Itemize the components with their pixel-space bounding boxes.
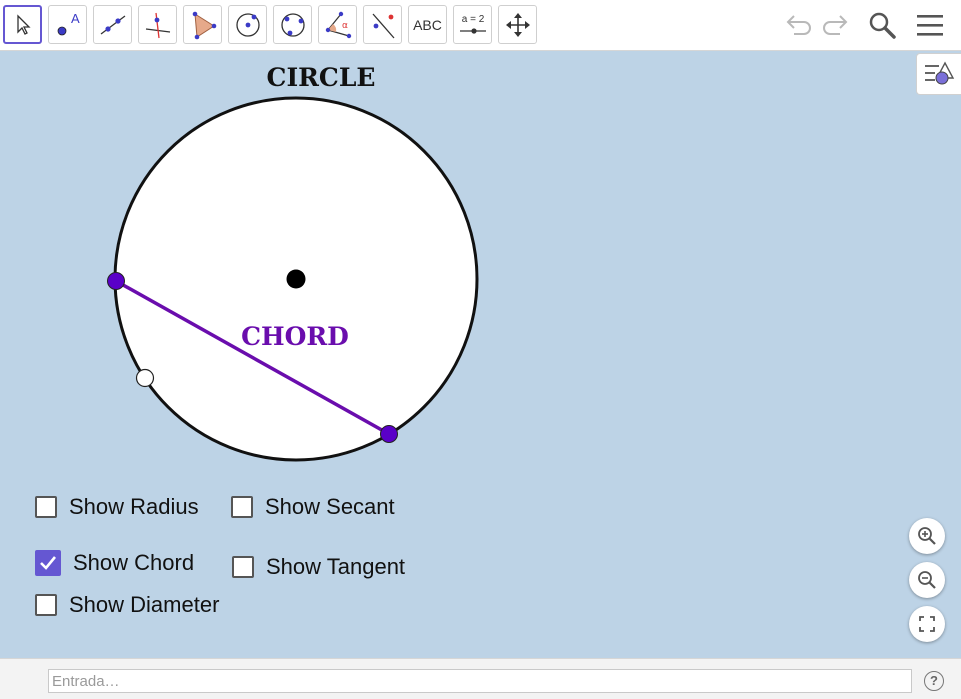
show-tangent-label: Show Tangent [266,554,406,579]
point-icon: A [57,11,80,35]
input-bar: ? [0,658,961,699]
perpendicular-line-icon [145,12,170,38]
show-diameter-label: Show Diameter [69,592,220,617]
fullscreen-icon [919,616,935,632]
checkbox-box[interactable] [35,496,57,518]
circle-three-points-tool[interactable] [273,5,312,44]
zoom-in-button[interactable] [909,518,945,554]
circle-center-tool[interactable] [228,5,267,44]
text-tool[interactable]: ABC [408,5,447,44]
show-chord-checkbox[interactable]: Show Chord [35,550,194,576]
menu-icon [917,15,943,36]
checkbox-box[interactable] [232,556,254,578]
move-graphics-view-icon [505,12,530,37]
checkbox-box-checked[interactable] [35,550,61,576]
reflect-icon [372,13,394,38]
circle-center-point-icon [235,12,260,37]
menu-button[interactable] [913,8,947,42]
checkbox-box[interactable] [231,496,253,518]
undo-button[interactable] [782,8,816,42]
search-icon [869,12,896,39]
checkbox-box[interactable] [35,594,57,616]
show-diameter-checkbox[interactable]: Show Diameter [35,592,219,618]
show-radius-label: Show Radius [69,494,199,519]
reflect-tool[interactable] [363,5,402,44]
perpendicular-tool[interactable] [138,5,177,44]
chord-endpoint-b[interactable] [380,425,398,443]
chord-endpoint-a[interactable] [107,272,125,290]
search-button[interactable] [865,8,899,42]
move-view-tool[interactable] [498,5,537,44]
show-radius-checkbox[interactable]: Show Radius [35,494,199,520]
toolbar: A α ABC a = 2 [0,0,961,51]
slider-tool-label: a = 2 [461,14,484,25]
checkmark-icon [40,556,57,570]
style-bar-toggle-icon [925,61,955,85]
redo-button[interactable] [818,8,852,42]
angle-icon: α [325,11,351,38]
polygon-icon [192,11,216,39]
undo-icon [786,15,811,35]
slider-icon: a = 2 [459,14,486,34]
move-tool[interactable] [3,5,42,44]
fullscreen-button[interactable] [909,606,945,642]
style-bar-toggle[interactable] [916,53,961,95]
show-tangent-checkbox[interactable]: Show Tangent [232,554,405,580]
circle-title: CIRCLE [267,63,376,92]
zoom-in-icon [918,527,936,545]
point-on-circle[interactable] [135,368,155,388]
line-tool[interactable] [93,5,132,44]
angle-tool[interactable]: α [318,5,357,44]
text-icon: ABC [413,16,442,33]
algebra-input[interactable] [48,669,912,693]
slider-tool[interactable]: a = 2 [453,5,492,44]
zoom-out-button[interactable] [909,562,945,598]
show-secant-checkbox[interactable]: Show Secant [231,494,395,520]
show-chord-label: Show Chord [73,550,195,575]
polygon-tool[interactable] [183,5,222,44]
show-secant-label: Show Secant [265,494,395,519]
point-tool-label: A [71,11,80,26]
arrow-pointer-icon [16,13,31,35]
redo-icon [823,15,848,35]
angle-tool-label: α [342,21,348,31]
circle-three-points-icon [280,12,305,37]
zoom-out-icon [918,571,936,589]
help-icon[interactable]: ? [924,671,944,691]
point-tool[interactable]: A [48,5,87,44]
center-point[interactable] [286,269,306,289]
graphics-view[interactable]: CIRCLE CHORD Show Radius Show Secant Sho… [0,51,961,658]
line-icon [100,14,125,35]
chord-label: CHORD [241,322,349,351]
